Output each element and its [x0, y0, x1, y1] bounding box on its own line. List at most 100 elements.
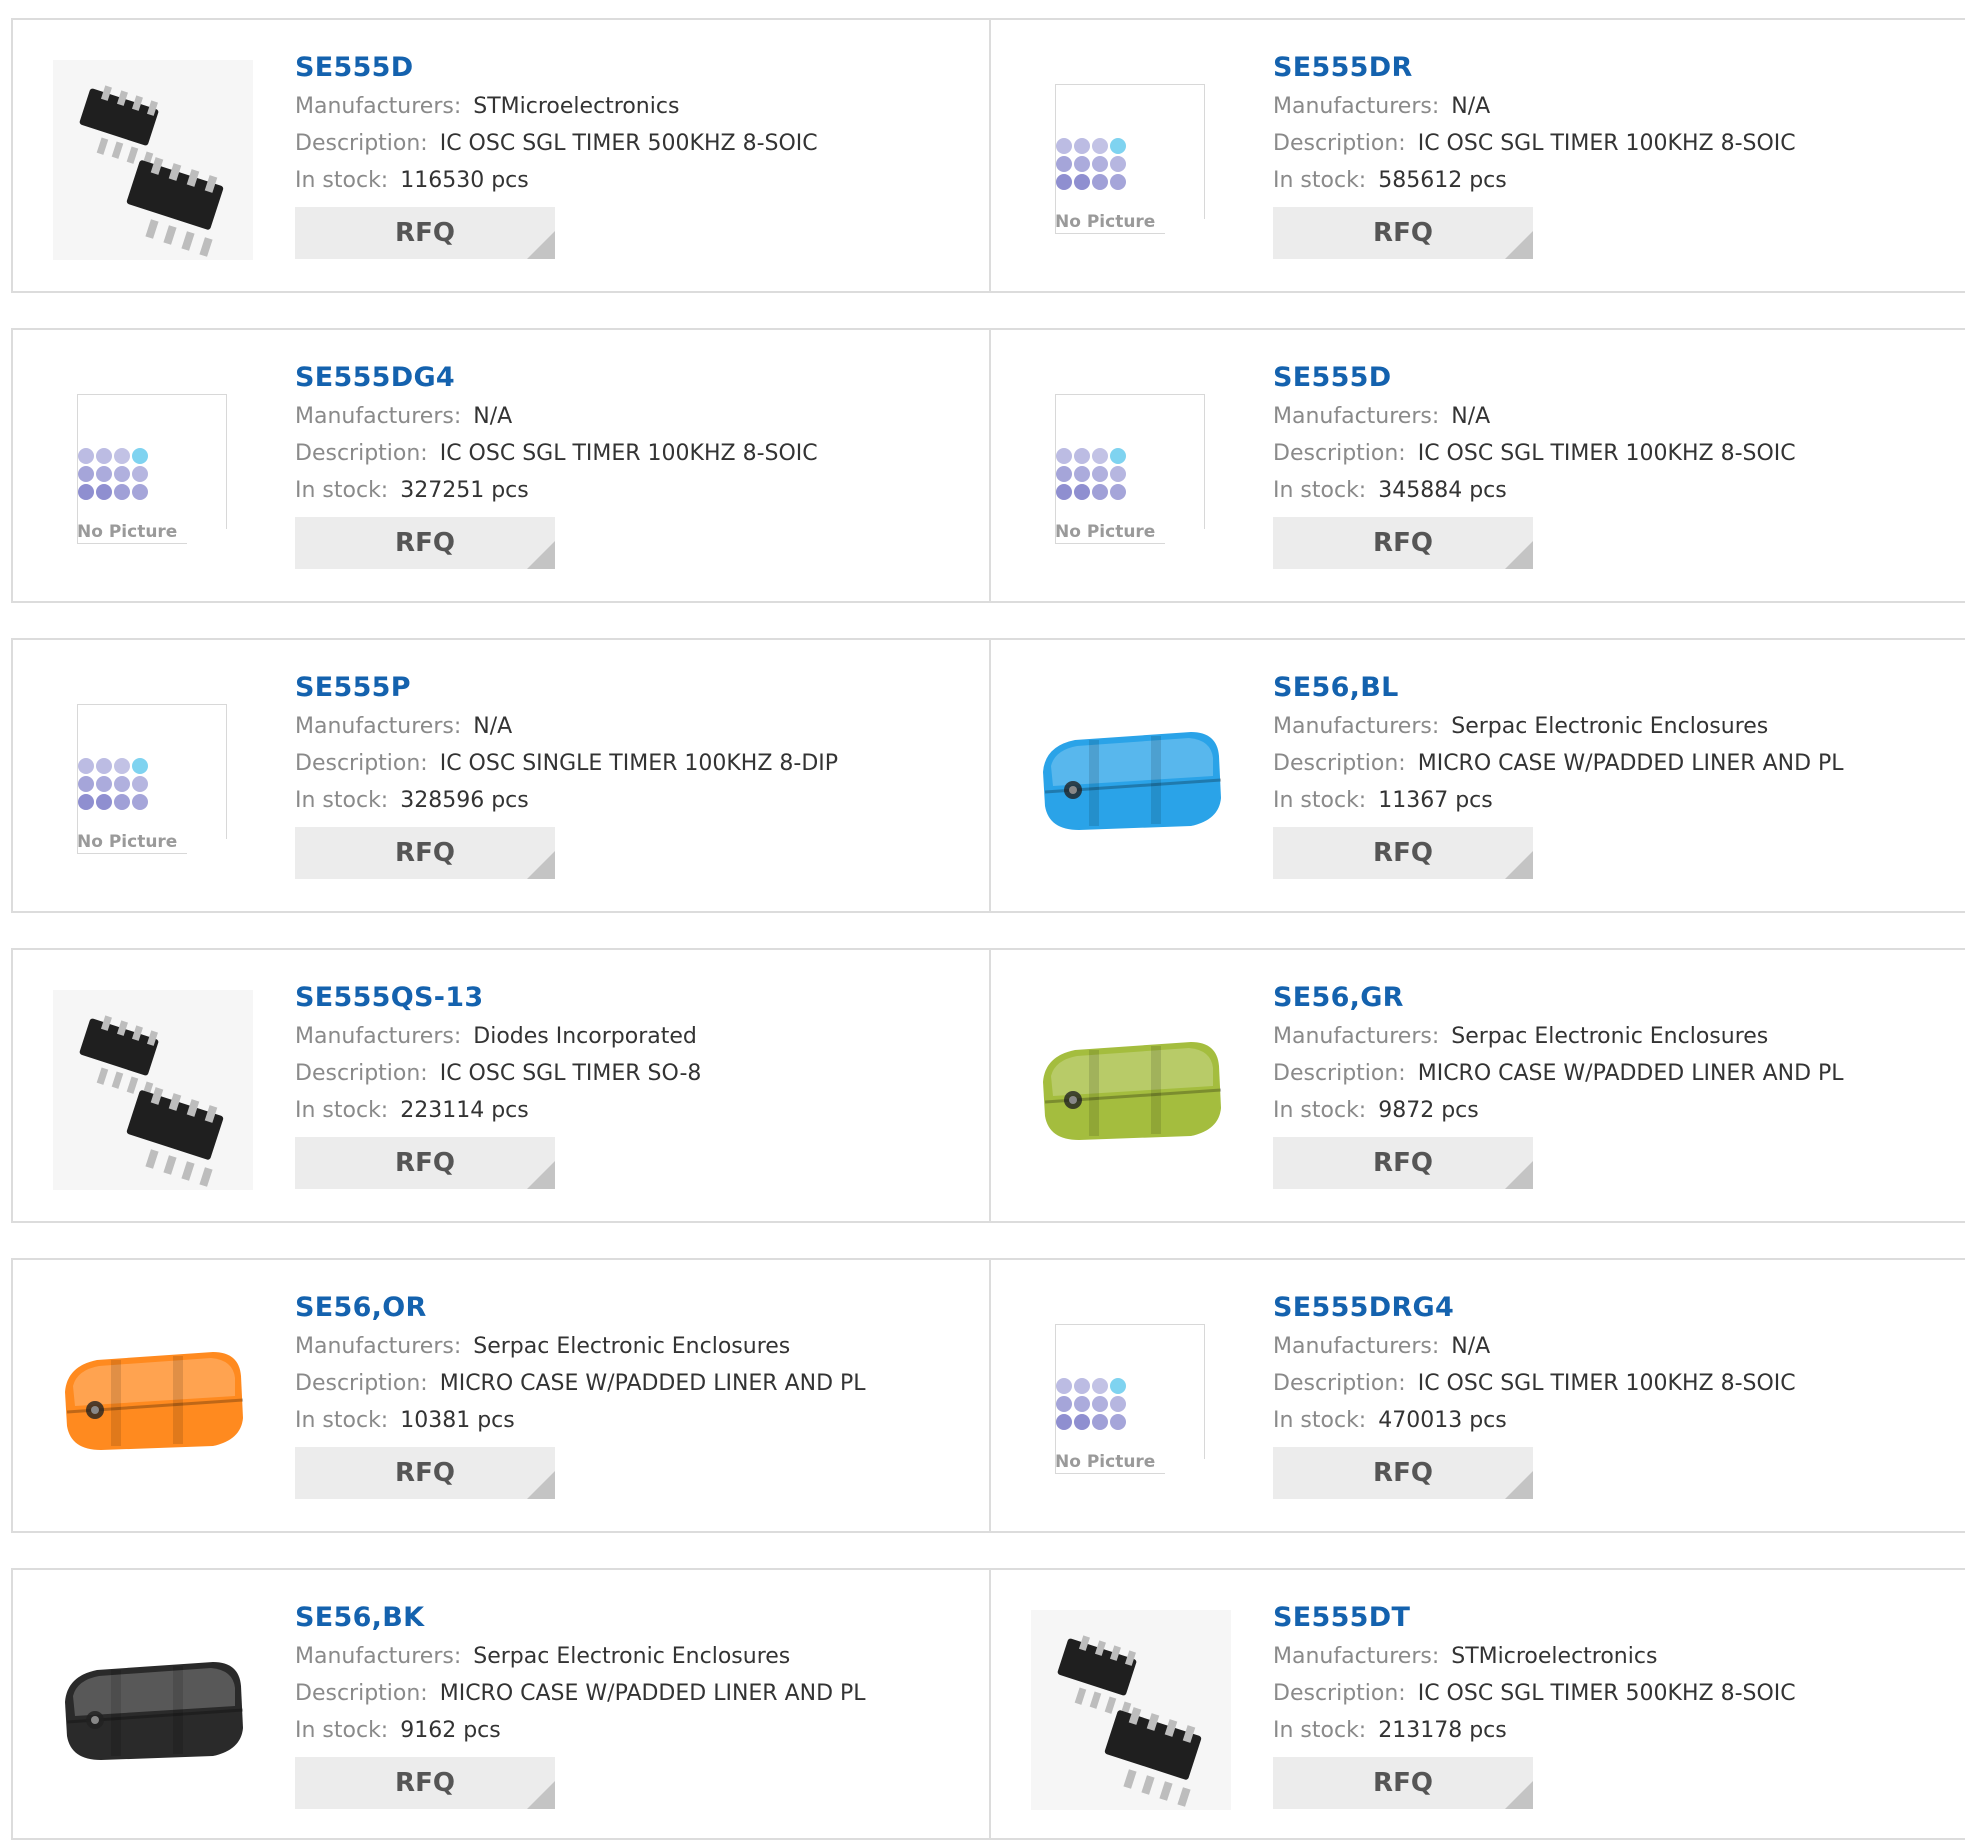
stock-line: In stock: 470013 pcs — [1273, 1402, 1957, 1439]
product-card: SE56,BK Manufacturers: Serpac Electronic … — [13, 1570, 989, 1838]
no-picture-icon[interactable]: No Picture — [1031, 370, 1231, 570]
manufacturer-label: Manufacturers: — [1273, 404, 1440, 429]
product-info: SE555DR Manufacturers: N/A Description: IC… — [1273, 48, 1957, 259]
rfq-button[interactable]: RFQ — [295, 517, 555, 569]
stock-label: In stock: — [295, 1408, 389, 1433]
product-card: No Picture SE555D Manufacturers: N/A Desc… — [991, 330, 1965, 601]
product-row: SE56,OR Manufacturers: Serpac Electronic … — [11, 1258, 1965, 1533]
part-number-link[interactable]: SE56,OR — [295, 1288, 427, 1328]
part-number-link[interactable]: SE56,BL — [1273, 668, 1399, 708]
rfq-button[interactable]: RFQ — [1273, 1757, 1533, 1809]
product-info: SE555DG4 Manufacturers: N/A Description: I… — [295, 358, 979, 569]
case-green-icon[interactable] — [1031, 990, 1231, 1190]
rfq-button[interactable]: RFQ — [295, 1447, 555, 1499]
manufacturer-value: Serpac Electronic Enclosures — [473, 1334, 791, 1359]
stock-label: In stock: — [1273, 1408, 1367, 1433]
rfq-button[interactable]: RFQ — [1273, 827, 1533, 879]
description-line: Description: IC OSC SGL TIMER 100KHZ 8-SO… — [1273, 125, 1957, 162]
part-number-link[interactable]: SE555P — [295, 668, 411, 708]
stock-line: In stock: 328596 pcs — [295, 782, 979, 819]
description-line: Description: MICRO CASE W/PADDED LINER AN… — [1273, 745, 1957, 782]
rfq-button[interactable]: RFQ — [295, 1137, 555, 1189]
part-number-link[interactable]: SE555DT — [1273, 1598, 1410, 1638]
stock-value: 9872 pcs — [1378, 1098, 1479, 1123]
no-picture-label: No Picture — [1055, 522, 1155, 542]
rfq-label: RFQ — [395, 1768, 455, 1798]
manufacturer-line: Manufacturers: N/A — [295, 398, 979, 435]
chip-icon[interactable] — [53, 990, 253, 1190]
description-value: IC OSC SGL TIMER 500KHZ 8-SOIC — [1417, 1681, 1796, 1706]
manufacturer-label: Manufacturers: — [1273, 714, 1440, 739]
part-number-link[interactable]: SE56,BK — [295, 1598, 424, 1638]
chip-icon[interactable] — [53, 60, 253, 260]
stock-value: 116530 pcs — [400, 168, 529, 193]
rfq-button[interactable]: RFQ — [295, 1757, 555, 1809]
no-picture-icon[interactable]: No Picture — [53, 370, 253, 570]
rfq-button[interactable]: RFQ — [1273, 517, 1533, 569]
no-picture-icon[interactable]: No Picture — [1031, 60, 1231, 260]
stock-value: 10381 pcs — [400, 1408, 515, 1433]
description-line: Description: MICRO CASE W/PADDED LINER AN… — [1273, 1055, 1957, 1092]
description-label: Description: — [295, 751, 428, 776]
rfq-corner-decoration — [527, 231, 555, 259]
part-number-link[interactable]: SE555DR — [1273, 48, 1413, 88]
description-line: Description: MICRO CASE W/PADDED LINER AN… — [295, 1675, 979, 1712]
manufacturer-line: Manufacturers: Diodes Incorporated — [295, 1018, 979, 1055]
case-orange-icon[interactable] — [53, 1300, 253, 1500]
stock-label: In stock: — [1273, 1098, 1367, 1123]
manufacturer-line: Manufacturers: Serpac Electronic Enclosur… — [295, 1638, 979, 1675]
manufacturer-line: Manufacturers: Serpac Electronic Enclosur… — [1273, 708, 1957, 745]
rfq-corner-decoration — [1505, 231, 1533, 259]
manufacturer-line: Manufacturers: Serpac Electronic Enclosur… — [295, 1328, 979, 1365]
stock-line: In stock: 327251 pcs — [295, 472, 979, 509]
no-picture-icon[interactable]: No Picture — [53, 680, 253, 880]
stock-value: 9162 pcs — [400, 1718, 501, 1743]
rfq-label: RFQ — [395, 1148, 455, 1178]
case-black-icon[interactable] — [53, 1610, 253, 1810]
case-blue-icon[interactable] — [1031, 680, 1231, 880]
product-row: SE555QS-13 Manufacturers: Diodes Incorpor… — [11, 948, 1965, 1223]
description-line: Description: IC OSC SGL TIMER 100KHZ 8-SO… — [1273, 435, 1957, 472]
rfq-button[interactable]: RFQ — [1273, 207, 1533, 259]
rfq-label: RFQ — [1373, 838, 1433, 868]
product-info: SE555QS-13 Manufacturers: Diodes Incorpor… — [295, 978, 979, 1189]
no-picture-label: No Picture — [1055, 1452, 1155, 1472]
no-picture-label: No Picture — [77, 832, 177, 852]
description-label: Description: — [1273, 1371, 1406, 1396]
manufacturer-value: STMicroelectronics — [473, 94, 680, 119]
stock-line: In stock: 585612 pcs — [1273, 162, 1957, 199]
part-number-link[interactable]: SE555D — [1273, 358, 1391, 398]
manufacturer-value: N/A — [473, 714, 513, 739]
part-number-link[interactable]: SE555DRG4 — [1273, 1288, 1454, 1328]
product-card: SE56,BL Manufacturers: Serpac Electronic … — [991, 640, 1965, 911]
stock-line: In stock: 116530 pcs — [295, 162, 979, 199]
stock-value: 470013 pcs — [1378, 1408, 1507, 1433]
part-number-link[interactable]: SE555QS-13 — [295, 978, 483, 1018]
chip-icon[interactable] — [1031, 1610, 1231, 1810]
product-card: No Picture SE555DG4 Manufacturers: N/A De… — [13, 330, 989, 601]
rfq-button[interactable]: RFQ — [1273, 1137, 1533, 1189]
stock-label: In stock: — [295, 1718, 389, 1743]
product-row: No Picture SE555P Manufacturers: N/A Desc… — [11, 638, 1965, 913]
product-card: SE555QS-13 Manufacturers: Diodes Incorpor… — [13, 950, 989, 1221]
rfq-corner-decoration — [1505, 1471, 1533, 1499]
rfq-button[interactable]: RFQ — [295, 207, 555, 259]
part-number-link[interactable]: SE555D — [295, 48, 413, 88]
stock-line: In stock: 10381 pcs — [295, 1402, 979, 1439]
description-label: Description: — [1273, 441, 1406, 466]
product-info: SE56,BL Manufacturers: Serpac Electronic … — [1273, 668, 1957, 879]
manufacturer-line: Manufacturers: Serpac Electronic Enclosur… — [1273, 1018, 1957, 1055]
rfq-label: RFQ — [395, 838, 455, 868]
product-card: SE555DT Manufacturers: STMicroelectronics… — [991, 1570, 1965, 1838]
part-number-link[interactable]: SE56,GR — [1273, 978, 1404, 1018]
stock-label: In stock: — [295, 478, 389, 503]
stock-value: 585612 pcs — [1378, 168, 1507, 193]
rfq-button[interactable]: RFQ — [295, 827, 555, 879]
rfq-corner-decoration — [527, 1471, 555, 1499]
no-picture-icon[interactable]: No Picture — [1031, 1300, 1231, 1500]
manufacturer-label: Manufacturers: — [1273, 1024, 1440, 1049]
rfq-button[interactable]: RFQ — [1273, 1447, 1533, 1499]
part-number-link[interactable]: SE555DG4 — [295, 358, 455, 398]
rfq-label: RFQ — [1373, 218, 1433, 248]
rfq-label: RFQ — [395, 1458, 455, 1488]
